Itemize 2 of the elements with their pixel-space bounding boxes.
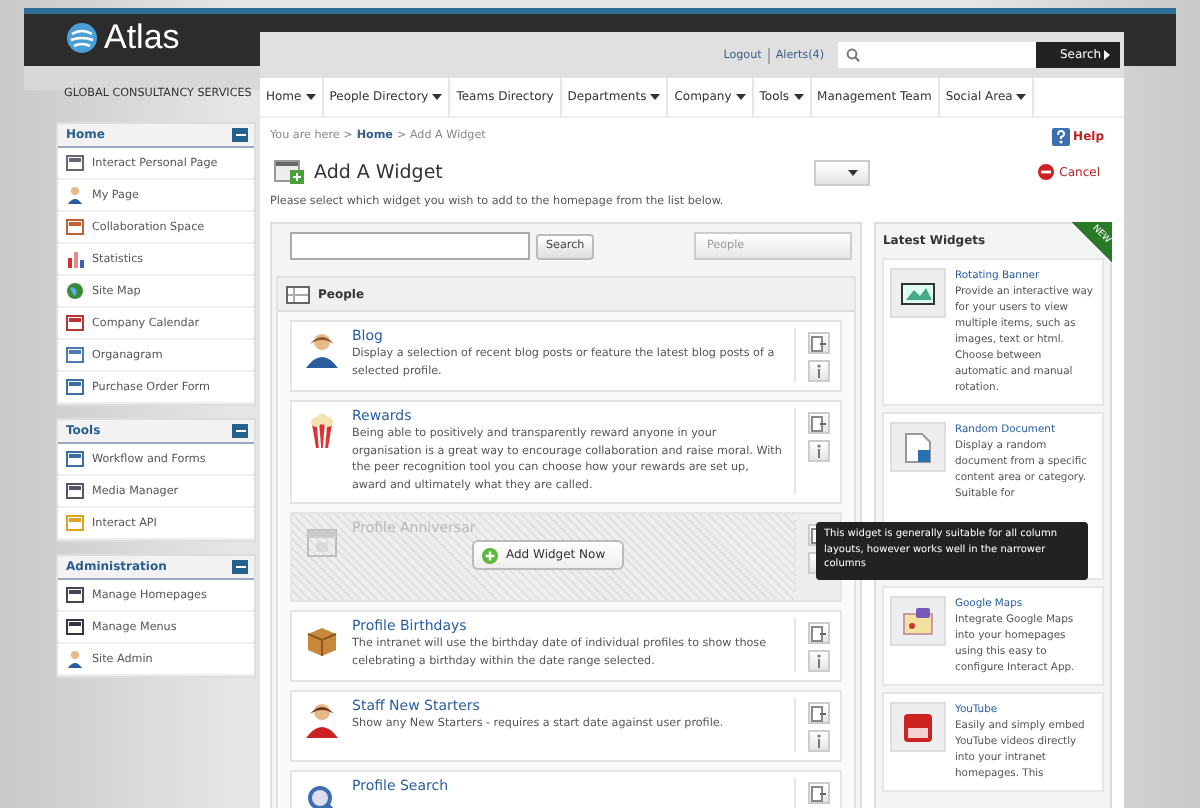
- page-title: Add A Widget: [314, 161, 443, 183]
- brand-name: Atlas: [104, 20, 180, 56]
